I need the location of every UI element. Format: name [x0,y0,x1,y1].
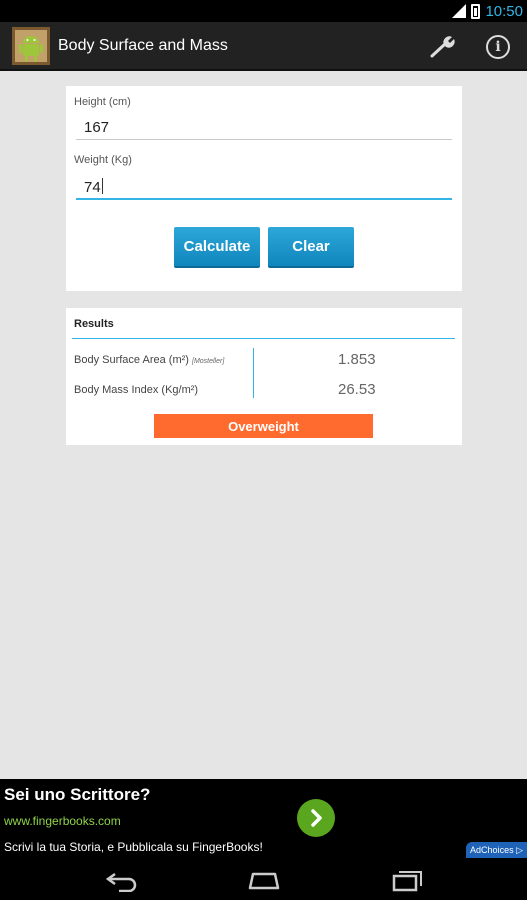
results-vertical-divider [253,348,254,398]
calculate-button[interactable]: Calculate [174,227,260,268]
battery-icon [471,3,481,19]
action-bar: Body Surface and Mass i [0,22,527,71]
bsa-value: 1.853 [338,351,376,368]
bsa-label: Body Surface Area (m²) [Mosteller] [74,354,224,366]
weight-underline [76,198,452,200]
bsa-method: [Mosteller] [192,358,225,365]
weight-label: Weight (Kg) [74,154,132,166]
weight-value: 74 [84,179,101,196]
status-bar: 10:50 [0,0,527,22]
ad-url[interactable]: www.fingerbooks.com [4,814,121,828]
arrow-right-icon[interactable] [297,799,335,837]
height-underline [76,139,452,140]
input-card: Height (cm) 167 Weight (Kg) 74 Calculate… [66,86,462,291]
ad-text: Scrivi la tua Storia, e Pubblicala su Fi… [4,840,263,854]
recent-apps-icon[interactable] [390,868,424,892]
height-label: Height (cm) [74,96,131,108]
ad-title: Sei uno Scrittore? [4,785,151,804]
results-divider [72,338,455,339]
android-app-icon[interactable] [12,27,50,65]
back-icon[interactable] [105,868,139,893]
adchoices-badge[interactable]: AdChoices ▷ [466,842,527,858]
status-time: 10:50 [485,2,523,20]
signal-icon [452,4,467,18]
status-badge: Overweight [154,414,373,438]
app-title: Body Surface and Mass [58,37,228,54]
clear-button[interactable]: Clear [268,227,354,268]
results-title: Results [74,318,114,330]
bmi-label: Body Mass Index (Kg/m²) [74,384,199,396]
info-icon[interactable]: i [486,35,510,59]
bsa-label-text: Body Surface Area (m²) [74,354,189,366]
ad-banner[interactable]: Sei uno Scrittore? www.fingerbooks.com S… [0,779,527,861]
height-field[interactable]: 167 [84,119,109,136]
results-card: Results Body Surface Area (m²) [Mostelle… [66,308,462,445]
wrench-icon[interactable] [428,34,458,60]
navigation-bar [0,861,527,900]
bmi-value: 26.53 [338,381,376,398]
text-cursor [101,178,103,194]
weight-field[interactable]: 74 [84,178,103,196]
home-icon[interactable] [247,868,281,892]
